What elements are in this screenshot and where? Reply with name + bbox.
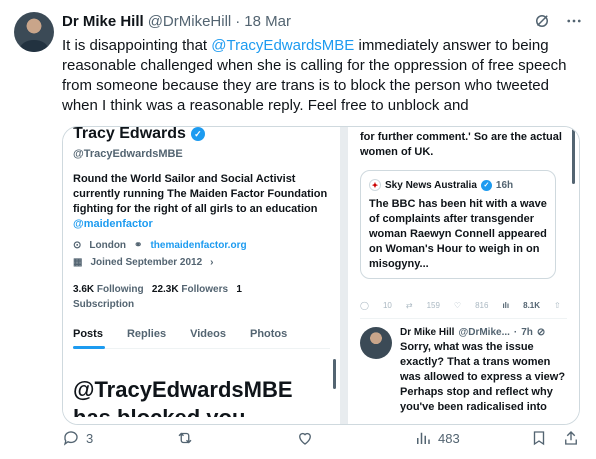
reply-grok-icon: ⊘ [536,327,546,338]
profile-follow-stats: 3.6K Following 22.3K Followers 1 Subscri… [73,282,330,312]
reply-handle: @DrMike... [458,327,510,338]
reply-header: Dr Mike Hill @DrMike... · 7h ⊘ [400,327,546,338]
reply-name: Dr Mike Hill [400,327,455,338]
tab-posts: Posts [73,328,105,349]
tab-photos: Photos [249,328,288,340]
faint-views-icon: ılı [502,301,510,310]
scrollbar-indicator-right [572,129,575,184]
profile-name: Tracy Edwards ✓ [73,127,330,143]
repost-icon [178,432,192,444]
faint-reply-icon: ◯ [360,301,369,310]
subscription-label: Subscription [73,299,135,310]
author-name[interactable]: Dr Mike Hill [62,13,144,30]
faint-reposts: 159 [426,301,440,310]
following-label: Following [96,284,144,295]
quoted-source: Sky News Australia [385,179,477,191]
profile-meta: ⊙ London ⚭ themaidenfactor.org [73,240,330,251]
verified-badge-icon: ✓ [480,179,492,191]
more-icon[interactable] [564,11,584,31]
quoted-post-header: ✦ Sky News Australia ✓ 16h [369,179,547,191]
image-thread-screenshot[interactable]: for further comment.' So are the actual … [348,127,579,424]
sky-news-logo-icon: ✦ [369,179,381,191]
views-button[interactable]: 483 [414,427,460,449]
blocked-subheading: has blocked you [73,405,330,417]
profile-website: themaidenfactor.org [150,240,247,251]
following-count: 3.6K [73,284,95,295]
reply-body: Sorry, what was the issue exactly? That … [400,341,566,413]
faint-replies: 10 [382,301,392,310]
post-header: Dr Mike Hill @DrMikeHill · 18 Mar [62,10,584,32]
faint-repost-icon: ⇄ [405,301,413,310]
reply-icon [63,431,78,446]
profile-location: London [89,240,127,251]
reply-avatar [360,327,392,359]
post-text: It is disappointing that @TracyEdwardsMB… [62,36,584,116]
like-icon [299,432,311,445]
like-button[interactable] [296,427,314,449]
faint-views: 8.1K [523,301,541,310]
profile-joined-row: ▦ Joined September 2012 › [73,257,330,268]
share-button[interactable] [562,427,580,449]
bookmark-button[interactable] [530,427,548,449]
bio-mention: @maidenfactor [73,218,153,230]
faint-likes: 816 [475,301,489,310]
image-profile-screenshot[interactable]: Tracy Edwards ✓ @TracyEdwardsMBE Round t… [63,127,340,424]
followers-count: 22.3K [151,284,179,295]
verified-badge-icon: ✓ [190,127,205,141]
tab-videos: Videos [190,328,226,340]
blocked-heading: @TracyEdwardsMBE [73,377,293,402]
profile-handle: @TracyEdwardsMBE [73,148,183,160]
repost-button[interactable] [176,427,194,449]
media-attachment[interactable]: Tracy Edwards ✓ @TracyEdwardsMBE Round t… [62,126,580,425]
bio-text: Round the World Sailor and Social Activi… [73,173,328,215]
reply-post: Dr Mike Hill @DrMike... · 7h ⊘ Sorry, wh… [360,327,567,415]
location-pin-icon: ⊙ [73,240,82,251]
chevron-right-icon: › [210,257,214,268]
share-icon [565,431,577,445]
views-count: 483 [438,430,460,446]
followers-label: Followers [181,284,229,295]
post-text-before: It is disappointing that [62,37,212,54]
calendar-icon: ▦ [73,257,83,268]
thread-top-text: for further comment.' So are the actual … [360,131,562,158]
profile-name-text: Tracy Edwards [73,127,186,142]
tab-replies: Replies [126,328,167,340]
separator: · [235,12,241,30]
subscription-count: 1 [236,284,242,295]
profile-joined: Joined September 2012 [90,257,203,268]
mention-link[interactable]: @TracyEdwardsMBE [211,37,354,54]
reply-button[interactable]: 3 [62,427,93,449]
reply-time: 7h [521,327,533,338]
quoted-time: 16h [495,179,514,191]
image-divider [340,127,348,424]
thread-divider [360,318,567,319]
quoted-body: The BBC has been hit with a wave of comp… [369,198,547,270]
quoted-post: ✦ Sky News Australia ✓ 16h The BBC has b… [360,170,556,279]
faint-like-icon: ♡ [453,301,462,310]
post: Dr Mike Hill @DrMikeHill · 18 Mar It is … [62,10,584,446]
avatar-column [14,12,54,52]
scrollbar-indicator [333,359,336,389]
author-handle[interactable]: @DrMikeHill [148,13,232,30]
header-actions [532,11,584,31]
reply-count: 3 [86,430,94,446]
profile-bio: Round the World Sailor and Social Activi… [73,172,330,232]
faint-actions: ◯ 10 ⇄ 159 ♡ 816 ılı 8.1K ⇧ [360,301,567,310]
link-icon: ⚭ [134,240,143,251]
post-date[interactable]: 18 Mar [244,13,291,30]
avatar[interactable] [14,12,54,52]
views-icon [417,432,430,444]
bookmark-icon [533,431,545,446]
faint-share-icon: ⇧ [554,301,561,310]
profile-tabs: Posts Replies Videos Photos [73,328,330,349]
grok-icon[interactable] [532,11,552,31]
